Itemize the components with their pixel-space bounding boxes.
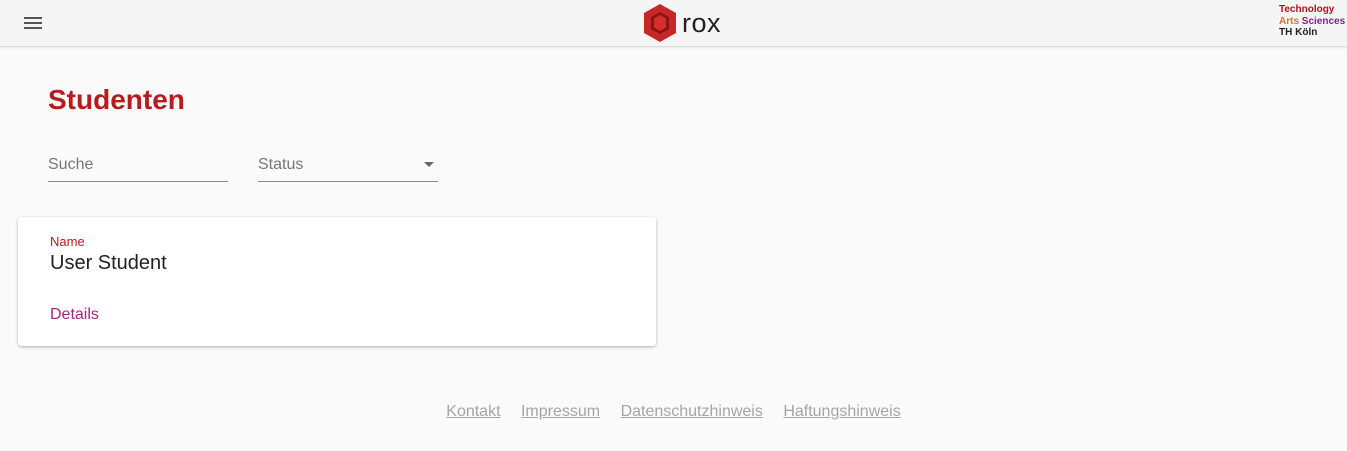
student-card: Name User Student Details — [18, 217, 656, 346]
student-name-label: Name — [50, 234, 85, 249]
search-input[interactable] — [48, 152, 228, 178]
footer-link-haftung[interactable]: Haftungshinweis — [783, 403, 900, 420]
search-field[interactable] — [48, 152, 228, 182]
student-name: User Student — [50, 252, 167, 274]
th-logo-line3: TH Köln — [1279, 27, 1318, 38]
dropdown-caret-icon[interactable] — [424, 162, 434, 167]
footer-link-datenschutz[interactable]: Datenschutzhinweis — [621, 403, 763, 420]
rox-hexagon-logo — [644, 4, 676, 42]
footer-link-kontakt[interactable]: Kontakt — [446, 403, 500, 420]
footer: Kontakt Impressum Datenschutzhinweis Haf… — [0, 403, 1347, 421]
top-app-bar: rox Technology Arts Sciences TH Köln — [0, 0, 1347, 47]
th-logo-line1: Technology — [1279, 4, 1335, 15]
th-logo-line2a: Arts — [1279, 15, 1300, 27]
hamburger-menu-icon[interactable] — [20, 10, 46, 36]
status-select-label: Status — [258, 156, 304, 173]
footer-link-impressum[interactable]: Impressum — [521, 403, 600, 420]
th-logo-line2b: Sciences — [1301, 15, 1346, 27]
app-logo-text: rox — [682, 7, 722, 38]
app-logo[interactable]: rox — [642, 2, 721, 44]
page-title: Studenten — [48, 84, 185, 115]
th-koeln-logo: Technology Arts Sciences TH Köln — [1279, 4, 1345, 39]
status-select[interactable]: Status — [258, 152, 438, 182]
details-link[interactable]: Details — [50, 306, 99, 324]
